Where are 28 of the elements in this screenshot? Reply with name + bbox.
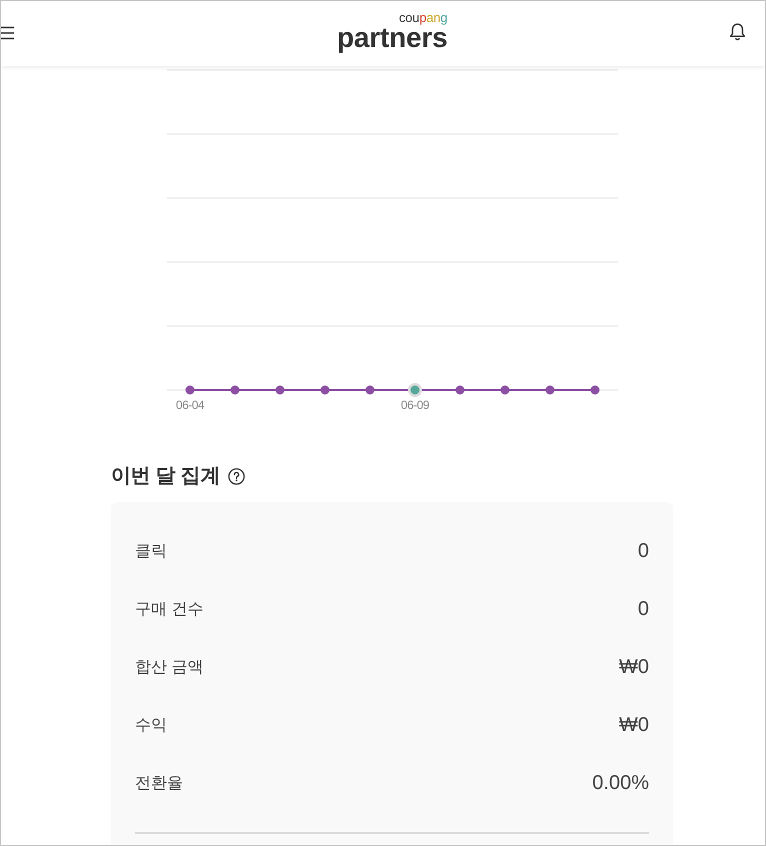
logo-small-text[interactable]: coupang [398, 12, 448, 24]
chart-point[interactable] [366, 386, 374, 394]
chart-point[interactable] [408, 383, 422, 397]
stat-value: 0 [638, 598, 649, 620]
stat-label: 클릭 [135, 542, 167, 562]
stat-label: 수익 [135, 716, 167, 736]
chart-point[interactable] [186, 386, 194, 394]
logo-text[interactable]: partners [337, 24, 448, 52]
chart-point[interactable] [500, 386, 510, 394]
axis-label: 06-04 [176, 398, 204, 412]
stat-value: 0 [638, 540, 649, 562]
chart-point[interactable] [230, 386, 240, 394]
chart-point[interactable] [546, 386, 554, 394]
menu-icon[interactable] [1, 26, 14, 40]
stat-value: ₩0 [619, 656, 649, 678]
axis-label: 06-09 [400, 398, 430, 412]
stat-label: 구매 건수 [135, 600, 204, 620]
bell-icon[interactable] [729, 22, 746, 40]
stat-value: 0.00% [592, 772, 649, 794]
chart-point[interactable] [276, 386, 284, 394]
help-icon[interactable] [228, 468, 246, 484]
chart-point[interactable] [590, 386, 600, 394]
section-title: 이번 달 집계 [111, 464, 220, 489]
chart-point[interactable] [456, 386, 464, 394]
stat-value: ₩0 [619, 714, 649, 736]
stat-label: 전환율 [135, 774, 183, 794]
stat-label: 합산 금액 [135, 658, 204, 678]
chart-point[interactable] [320, 386, 330, 394]
